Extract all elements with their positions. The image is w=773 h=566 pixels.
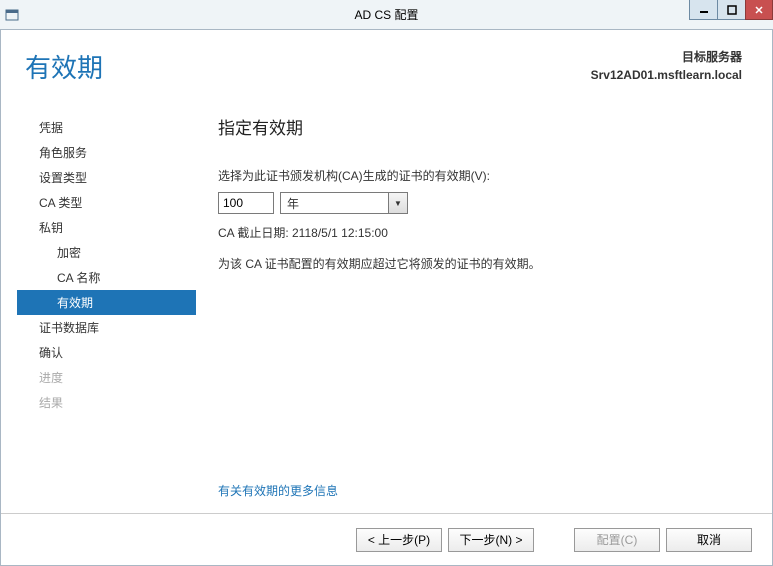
- validity-unit-select[interactable]: 年 ▼: [280, 192, 408, 214]
- footer: < 上一步(P) 下一步(N) > 配置(C) 取消: [1, 513, 772, 565]
- target-server-label: 目标服务器: [591, 48, 742, 66]
- validity-value-input[interactable]: [218, 192, 274, 214]
- close-button[interactable]: [745, 0, 773, 20]
- sidebar-item-7[interactable]: 有效期: [17, 290, 196, 315]
- page-title: 有效期: [25, 48, 103, 110]
- chevron-down-icon: ▼: [389, 193, 407, 213]
- note-line: 为该 CA 证书配置的有效期应超过它将颁发的证书的有效期。: [218, 255, 742, 272]
- expiration-line: CA 截止日期: 2118/5/1 12:15:00: [218, 224, 742, 241]
- sidebar-item-2[interactable]: 设置类型: [25, 165, 196, 190]
- sidebar-item-1[interactable]: 角色服务: [25, 140, 196, 165]
- main-panel: 指定有效期 选择为此证书颁发机构(CA)生成的证书的有效期(V): 年 ▼ CA…: [196, 110, 772, 513]
- sidebar-item-4[interactable]: 私钥: [25, 215, 196, 240]
- maximize-button[interactable]: [717, 0, 745, 20]
- sidebar-item-9[interactable]: 确认: [25, 340, 196, 365]
- sidebar: 凭据角色服务设置类型CA 类型私钥加密CA 名称有效期证书数据库确认进度结果: [1, 110, 196, 513]
- next-button[interactable]: 下一步(N) >: [448, 528, 534, 552]
- app-icon: [0, 8, 24, 22]
- cancel-button[interactable]: 取消: [666, 528, 752, 552]
- main-heading: 指定有效期: [218, 114, 742, 139]
- sidebar-item-8[interactable]: 证书数据库: [25, 315, 196, 340]
- target-server-value: Srv12AD01.msftlearn.local: [591, 66, 742, 84]
- minimize-icon: [699, 5, 709, 15]
- close-icon: [754, 5, 764, 15]
- sidebar-item-5[interactable]: 加密: [25, 240, 196, 265]
- titlebar: AD CS 配置: [0, 0, 773, 30]
- window-title: AD CS 配置: [0, 6, 773, 23]
- validity-choose-label: 选择为此证书颁发机构(CA)生成的证书的有效期(V):: [218, 167, 742, 184]
- previous-button[interactable]: < 上一步(P): [356, 528, 442, 552]
- more-info-link[interactable]: 有关有效期的更多信息: [218, 482, 338, 499]
- configure-button[interactable]: 配置(C): [574, 528, 660, 552]
- sidebar-item-3[interactable]: CA 类型: [25, 190, 196, 215]
- header: 有效期 目标服务器 Srv12AD01.msftlearn.local: [1, 30, 772, 110]
- sidebar-item-11: 结果: [25, 390, 196, 415]
- maximize-icon: [727, 5, 737, 15]
- validity-unit-text: 年: [281, 193, 389, 213]
- minimize-button[interactable]: [689, 0, 717, 20]
- sidebar-item-10: 进度: [25, 365, 196, 390]
- sidebar-item-0[interactable]: 凭据: [25, 115, 196, 140]
- sidebar-item-6[interactable]: CA 名称: [25, 265, 196, 290]
